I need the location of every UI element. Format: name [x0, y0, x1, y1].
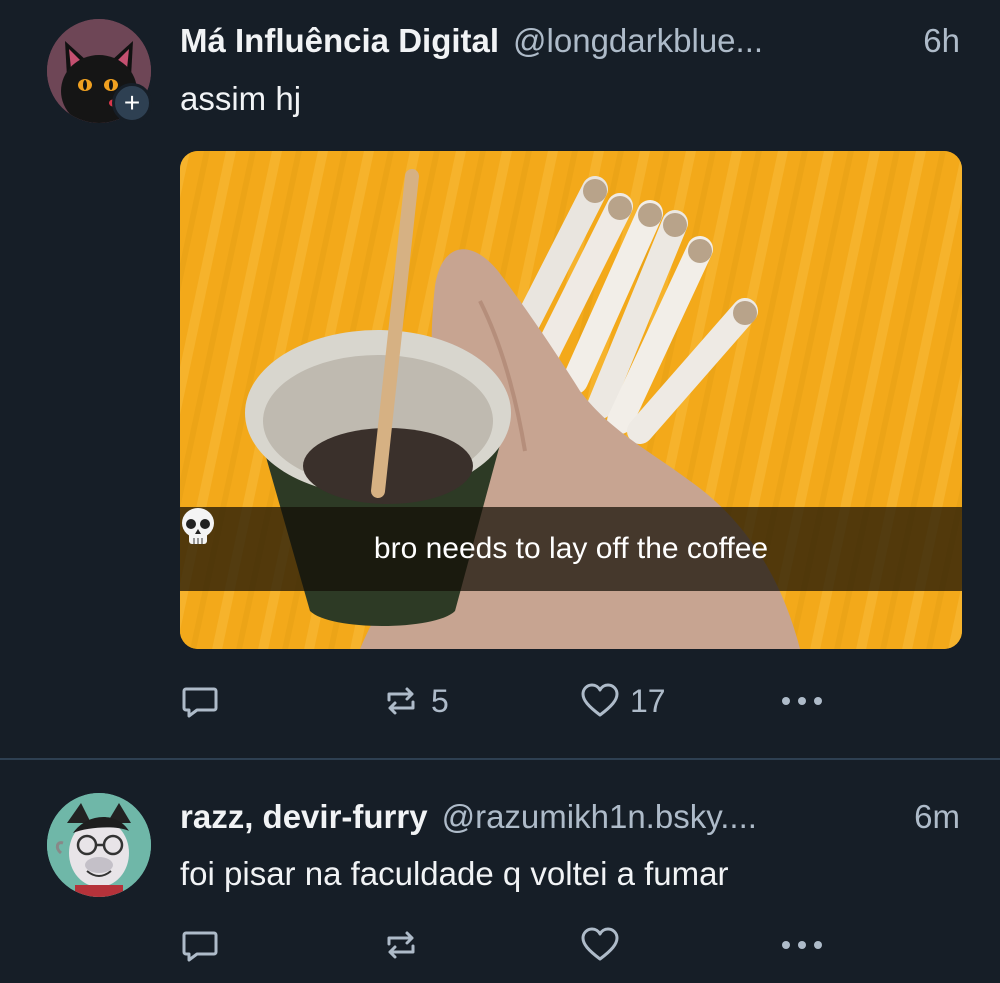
repost-button[interactable] — [381, 920, 421, 970]
follow-button[interactable]: + — [112, 83, 152, 123]
post-time[interactable]: 6m — [914, 798, 960, 836]
feed-post[interactable]: + Má Influência Digital @longdarkblue...… — [0, 0, 1000, 758]
post-header: Má Influência Digital @longdarkblue... 6… — [180, 22, 960, 66]
author-name[interactable]: razz, devir-furry — [180, 798, 428, 836]
repost-button[interactable]: 5 — [381, 676, 449, 726]
speech-bubble-icon — [182, 687, 218, 718]
like-button[interactable]: 17 — [580, 676, 666, 726]
repost-arrows-icon — [387, 931, 415, 959]
post-header: razz, devir-furry @razumikh1n.bsky.... 6… — [180, 798, 960, 842]
skull-emoji-icon — [182, 508, 214, 544]
post-image[interactable]: bro needs to lay off the coffee — [180, 151, 962, 649]
post-text: assim hj — [180, 80, 302, 117]
repost-arrows-icon — [387, 687, 415, 715]
reply-button[interactable] — [180, 920, 220, 970]
author-name[interactable]: Má Influência Digital — [180, 22, 499, 60]
repost-count: 5 — [431, 682, 449, 719]
reply-button[interactable] — [180, 676, 220, 726]
heart-outline-icon — [581, 683, 619, 717]
feed-post[interactable]: razz, devir-furry @razumikh1n.bsky.... 6… — [0, 760, 1000, 983]
caption-text: bro needs to lay off the coffee — [373, 532, 769, 565]
author-handle[interactable]: @razumikh1n.bsky.... — [442, 798, 905, 836]
ellipsis-icon — [782, 941, 822, 949]
heart-outline-icon — [581, 927, 619, 961]
more-options-button[interactable] — [778, 920, 826, 970]
post-text: foi pisar na faculdade q voltei a fumar — [180, 855, 729, 892]
like-button[interactable] — [580, 920, 620, 970]
speech-bubble-icon — [182, 931, 218, 962]
ellipsis-icon — [782, 697, 822, 705]
media-caption: bro needs to lay off the coffee — [180, 507, 962, 591]
post-actions: 5 17 — [0, 676, 1000, 726]
more-options-button[interactable] — [778, 676, 826, 726]
post-time[interactable]: 6h — [923, 22, 960, 60]
author-handle[interactable]: @longdarkblue... — [513, 22, 913, 60]
furry-character-avatar-icon — [47, 793, 151, 897]
post-actions — [0, 920, 1000, 970]
like-count: 17 — [630, 682, 666, 719]
avatar[interactable] — [47, 793, 151, 897]
